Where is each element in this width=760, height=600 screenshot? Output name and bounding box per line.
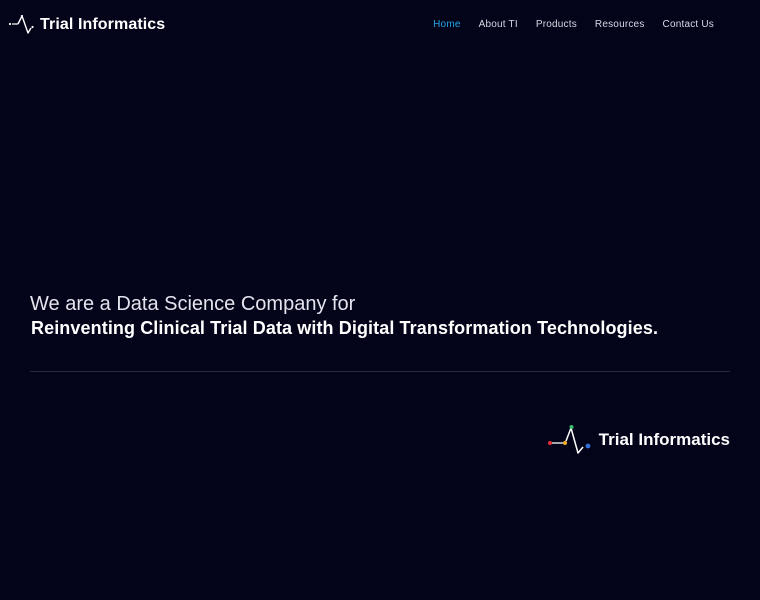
pulse-signal-icon <box>8 14 34 34</box>
nav-home[interactable]: Home <box>433 19 460 30</box>
footer-logo-text: Trial Informatics <box>598 430 730 449</box>
header-logo-text: Trial Informatics <box>40 16 166 33</box>
nav-resources[interactable]: Resources <box>595 19 645 30</box>
section-divider <box>30 371 730 372</box>
nav-contact[interactable]: Contact Us <box>663 19 714 30</box>
pulse-signal-colored-icon <box>547 425 591 454</box>
main-nav: Home About TI Products Resources Contact… <box>433 19 714 30</box>
nav-about[interactable]: About TI <box>479 19 518 30</box>
header-logo[interactable]: Trial Informatics <box>8 14 165 36</box>
nav-products[interactable]: Products <box>536 19 577 30</box>
hero-headline: Reinventing Clinical Trial Data with Dig… <box>31 318 659 338</box>
header: Trial Informatics Home About TI Products… <box>0 0 760 52</box>
page: Trial Informatics Home About TI Products… <box>0 0 760 600</box>
hero-intro: We are a Data Science Company for <box>30 293 356 315</box>
footer-logo: Trial Informatics <box>547 424 730 456</box>
